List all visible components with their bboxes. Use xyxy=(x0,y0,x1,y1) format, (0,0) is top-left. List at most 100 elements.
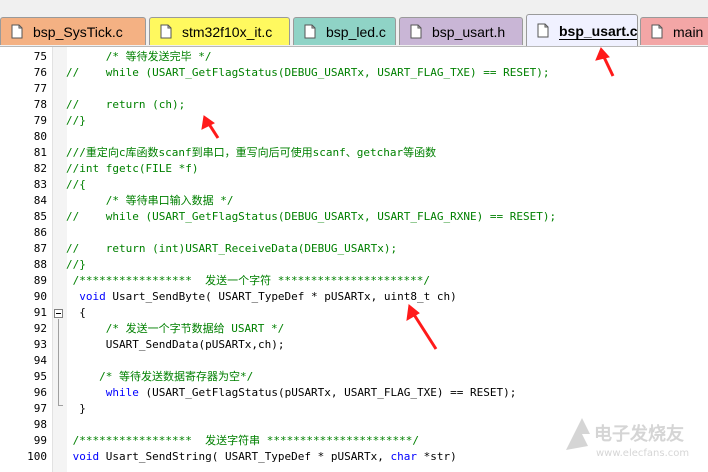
code-text: /* 发送一个字节数据给 USART */ xyxy=(66,321,284,337)
code-comment: /***************** 发送字符串 ***************… xyxy=(66,434,420,447)
code-comment: // while (USART_GetFlagStatus(DEBUG_USAR… xyxy=(66,210,557,223)
tab-main[interactable]: main xyxy=(640,17,708,45)
code-line[interactable]: 75 /* 等待发送完毕 */ xyxy=(0,49,708,65)
code-line[interactable]: 79 //} xyxy=(0,113,708,129)
code-line[interactable]: 82 //int fgetc(FILE *f) xyxy=(0,161,708,177)
tab-bsp-systick-c[interactable]: bsp_SysTick.c xyxy=(0,17,146,45)
code-keyword: while xyxy=(105,386,139,399)
line-number: 81 xyxy=(33,146,47,159)
code-comment: //} xyxy=(66,258,86,271)
code-line[interactable]: 81 ///重定向c库函数scanf到串口，重写向后可使用scanf、getcha… xyxy=(0,145,708,161)
code-comment: // while (USART_GetFlagStatus(DEBUG_USAR… xyxy=(66,66,550,79)
line-number: 76 xyxy=(33,66,47,79)
line-number: 88 xyxy=(33,258,47,271)
line-number: 85 xyxy=(33,210,47,223)
code-token: Usart_SendByte( USART_TypeDef * pUSARTx,… xyxy=(105,290,457,303)
line-number: 75 xyxy=(33,50,47,63)
code-line[interactable]: 86 xyxy=(0,225,708,241)
code-line[interactable]: 78 // return (ch); xyxy=(0,97,708,113)
code-text: //int fgetc(FILE *f) xyxy=(66,161,198,177)
code-line[interactable]: 90 void Usart_SendByte( USART_TypeDef * … xyxy=(0,289,708,305)
line-number: 96 xyxy=(33,386,47,399)
code-line[interactable]: 87 // return (int)USART_ReceiveData(DEBUG… xyxy=(0,241,708,257)
code-line[interactable]: 80 xyxy=(0,129,708,145)
code-text: // return (int)USART_ReceiveData(DEBUG_U… xyxy=(66,241,397,257)
line-number: 94 xyxy=(33,354,47,367)
code-line[interactable]: 95 /* 等待发送数据寄存器为空*/ xyxy=(0,369,708,385)
watermark-url: www.elecfans.com xyxy=(596,448,689,459)
code-editor[interactable]: 75 /* 等待发送完毕 */76// while (USART_GetFlag… xyxy=(0,47,708,472)
code-text: void Usart_SendString( USART_TypeDef * p… xyxy=(66,449,457,465)
code-comment: ///重定向c库函数scanf到串口，重写向后可使用scanf、getchar等… xyxy=(66,146,437,159)
tab-label: bsp_usart.c xyxy=(559,22,638,39)
line-number: 95 xyxy=(33,370,47,383)
line-number: 77 xyxy=(33,82,47,95)
code-line[interactable]: 83 //{ xyxy=(0,177,708,193)
line-number: 79 xyxy=(33,114,47,127)
code-line[interactable]: 85 // while (USART_GetFlagStatus(DEBUG_US… xyxy=(0,209,708,225)
code-text: USART_SendData(pUSARTx,ch); xyxy=(66,337,285,353)
tab-label: bsp_led.c xyxy=(326,23,386,40)
code-text: while (USART_GetFlagStatus(pUSARTx, USAR… xyxy=(66,385,517,401)
line-number: 82 xyxy=(33,162,47,175)
code-keyword: void xyxy=(79,290,106,303)
code-comment: //} xyxy=(66,114,86,127)
code-comment: /* 等待串口输入数据 */ xyxy=(66,194,234,207)
code-text: ///重定向c库函数scanf到串口，重写向后可使用scanf、getchar等… xyxy=(66,145,436,161)
code-keyword: char xyxy=(390,450,418,463)
code-comment: /* 等待发送数据寄存器为空*/ xyxy=(66,370,254,383)
watermark-title: 电子发烧友 xyxy=(594,423,684,445)
line-number: 80 xyxy=(33,130,47,143)
code-comment: // return (ch); xyxy=(66,98,186,111)
code-token: } xyxy=(66,402,86,415)
code-text: /***************** 发送一个字符 **************… xyxy=(66,273,430,289)
code-line[interactable]: 84 /* 等待串口输入数据 */ xyxy=(0,193,708,209)
line-number: 87 xyxy=(33,242,47,255)
code-keyword: void xyxy=(72,450,100,463)
file-icon xyxy=(11,24,23,39)
file-icon xyxy=(410,24,422,39)
code-line[interactable]: 76 // while (USART_GetFlagStatus(DEBUG_US… xyxy=(0,65,708,81)
file-icon xyxy=(304,24,316,39)
code-line[interactable]: 94 xyxy=(0,353,708,369)
code-text: //} xyxy=(66,113,86,129)
line-number: 91 xyxy=(33,306,47,319)
code-comment: //{ xyxy=(66,178,86,191)
line-number: 78 xyxy=(33,98,47,111)
code-comment: /* 等待发送完毕 */ xyxy=(66,50,212,63)
tab-stm32f10x-it-c[interactable]: stm32f10x_it.c xyxy=(149,17,290,45)
watermark-logo: 电子发烧友 www.elecfans.com xyxy=(566,418,689,459)
line-number: 100 xyxy=(27,450,47,463)
tab-bsp-led-c[interactable]: bsp_led.c xyxy=(293,17,396,45)
code-text: // return (ch); xyxy=(66,97,185,113)
tab-label: main xyxy=(673,23,704,40)
tab-label: stm32f10x_it.c xyxy=(182,23,273,40)
code-text: // while (USART_GetFlagStatus(DEBUG_USAR… xyxy=(66,209,556,225)
code-token: USART_SendData(pUSARTx,ch); xyxy=(66,338,285,351)
code-text: //} xyxy=(66,257,86,273)
code-line[interactable]: 93 USART_SendData(pUSARTx,ch); xyxy=(0,337,708,353)
code-text: { xyxy=(66,305,86,321)
code-comment: // return (int)USART_ReceiveData(DEBUG_U… xyxy=(66,242,398,255)
tab-label: bsp_usart.h xyxy=(432,23,506,40)
code-line[interactable]: 88 //} xyxy=(0,257,708,273)
code-line[interactable]: 91 { xyxy=(0,305,708,321)
editor-tab-bar: bsp_SysTick.c stm32f10x_it.c bsp_led.c bsp_… xyxy=(0,0,708,47)
code-line[interactable]: 77 xyxy=(0,81,708,97)
code-text: void Usart_SendByte( USART_TypeDef * pUS… xyxy=(66,289,457,305)
tab-bsp-usart-c[interactable]: bsp_usart.c xyxy=(526,14,638,46)
code-line[interactable]: 92 /* 发送一个字节数据给 USART */ xyxy=(0,321,708,337)
code-comment: /***************** 发送一个字符 **************… xyxy=(66,274,431,287)
code-text: } xyxy=(66,401,86,417)
tab-label: bsp_SysTick.c xyxy=(33,23,123,40)
code-text: /***************** 发送字符串 ***************… xyxy=(66,433,419,449)
line-number: 86 xyxy=(33,226,47,239)
code-line[interactable]: 89 /***************** 发送一个字符 ***********… xyxy=(0,273,708,289)
line-number: 99 xyxy=(33,434,47,447)
code-line[interactable]: 96 while (USART_GetFlagStatus(pUSARTx, U… xyxy=(0,385,708,401)
line-number: 93 xyxy=(33,338,47,351)
tab-bsp-usart-h[interactable]: bsp_usart.h xyxy=(399,17,523,45)
code-text: // while (USART_GetFlagStatus(DEBUG_USAR… xyxy=(66,65,549,81)
